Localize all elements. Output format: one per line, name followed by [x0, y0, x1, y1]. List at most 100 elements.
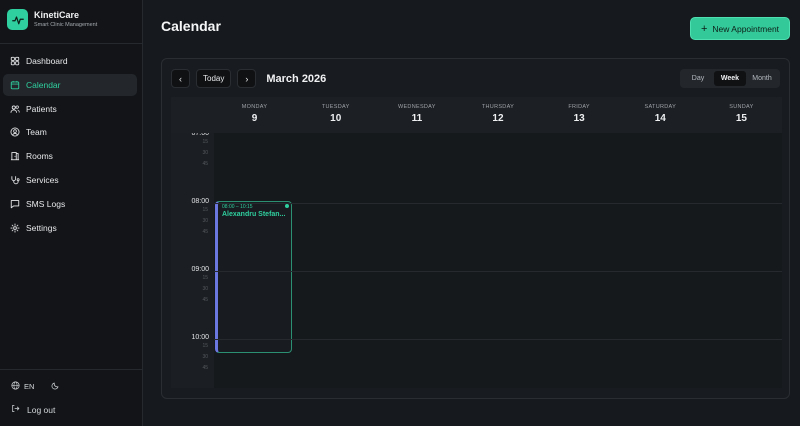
day-column-header[interactable]: WEDNESDAY 11	[376, 97, 457, 133]
users-icon	[9, 103, 20, 114]
sidebar-item-label: SMS Logs	[26, 198, 66, 209]
plus-icon: +	[700, 22, 708, 35]
calendar-card: ‹ Today › March 2026 Day Week Month MONDAY…	[161, 58, 790, 399]
day-name: FRIDAY	[568, 104, 590, 110]
hour-gridline	[214, 339, 782, 340]
sidebar: KinetiCare Smart Clinic Management Dashb…	[0, 0, 143, 426]
minute-label: 15	[202, 275, 208, 281]
divider	[0, 369, 143, 370]
sidebar-item-team[interactable]: Team	[3, 121, 137, 143]
logout-icon	[11, 404, 27, 415]
day-column-header[interactable]: THURSDAY 12	[457, 97, 538, 133]
appointment-event[interactable]: 08:00 – 10:15 Alexandru Stefan...	[215, 201, 292, 353]
day-number: 15	[735, 113, 747, 124]
day-name: WEDNESDAY	[397, 104, 436, 110]
minute-label: 15	[202, 343, 208, 349]
minute-label: 45	[202, 365, 208, 372]
moon-icon	[51, 381, 60, 392]
time-gutter: 07:00 15 30 45 08:00 15 30 45 09:00 15 30 45 10:00 15…	[171, 133, 214, 388]
today-button[interactable]: Today	[196, 69, 232, 88]
brand-subtitle: Smart Clinic Management	[34, 22, 98, 28]
day-number: 12	[492, 113, 504, 124]
door-icon	[9, 151, 20, 162]
minute-label: 15	[202, 139, 208, 145]
minute-label: 45	[202, 229, 208, 236]
minute-label: 30	[202, 150, 208, 157]
logout-label: Log out	[27, 404, 56, 415]
current-month-label: March 2026	[266, 72, 327, 85]
day-column-header[interactable]: TUESDAY 10	[295, 97, 376, 133]
sidebar-item-label: Team	[26, 127, 47, 138]
gear-icon	[9, 222, 20, 233]
sidebar-item-settings[interactable]: Settings	[3, 217, 137, 239]
minute-label: 30	[202, 286, 208, 293]
sidebar-item-rooms[interactable]: Rooms	[3, 145, 137, 167]
view-switcher: Day Week Month	[680, 69, 780, 88]
day-name: TUESDAY	[321, 104, 350, 110]
event-time: 08:00 – 10:15	[222, 204, 253, 210]
day-column-header[interactable]: FRIDAY 13	[539, 97, 620, 133]
calendar-icon	[9, 79, 20, 90]
sidebar-item-label: Dashboard	[26, 56, 68, 66]
sidebar-nav: Dashboard Calendar Patients Team Rooms Servic…	[3, 50, 137, 240]
pulse-logo-icon	[7, 9, 28, 30]
theme-toggle[interactable]	[51, 381, 60, 392]
hour-gridline	[214, 203, 782, 204]
sidebar-item-label: Rooms	[26, 151, 53, 162]
divider	[0, 43, 143, 44]
minute-label: 15	[202, 207, 208, 213]
sidebar-item-calendar[interactable]: Calendar	[3, 73, 137, 96]
hour-label: 09:00	[191, 266, 209, 273]
day-name: SUNDAY	[729, 104, 754, 110]
day-name: MONDAY	[241, 104, 268, 110]
sidebar-item-services[interactable]: Services	[3, 169, 137, 191]
day-number: 9	[251, 113, 258, 124]
day-number: 13	[573, 113, 585, 124]
minute-label: 45	[202, 297, 208, 304]
logout-button[interactable]: Log out	[11, 404, 55, 415]
new-appointment-label: New Appointment	[712, 23, 780, 34]
stethoscope-icon	[9, 174, 20, 185]
hour-label: 08:00	[191, 198, 209, 205]
brand-name: KinetiCare	[34, 10, 80, 20]
sidebar-item-sms-logs[interactable]: SMS Logs	[3, 193, 137, 215]
hour-gridline	[214, 271, 782, 272]
next-week-button[interactable]: ›	[237, 69, 257, 88]
hour-label: 10:00	[191, 334, 209, 341]
day-number: 10	[330, 113, 342, 124]
day-number: 11	[411, 113, 423, 124]
brand[interactable]: KinetiCare Smart Clinic Management	[7, 9, 97, 30]
sidebar-item-label: Calendar	[26, 79, 61, 90]
week-grid[interactable]: 07:00 15 30 45 08:00 15 30 45 09:00 15 30 45 10:00 15…	[171, 133, 782, 388]
grid-icon	[9, 56, 20, 67]
event-patient-name: Alexandru Stefan...	[222, 211, 286, 218]
prev-week-button[interactable]: ‹	[171, 69, 190, 88]
minute-label: 30	[202, 354, 208, 361]
day-name: THURSDAY	[481, 104, 515, 110]
day-column-header[interactable]: MONDAY 9	[214, 97, 295, 133]
chevron-left-icon: ‹	[179, 73, 182, 84]
minute-label: 30	[202, 218, 208, 225]
sidebar-item-patients[interactable]: Patients	[3, 98, 137, 120]
sidebar-item-dashboard[interactable]: Dashboard	[3, 50, 137, 72]
day-name: SATURDAY	[644, 104, 677, 110]
user-circle-icon	[9, 127, 20, 138]
new-appointment-button[interactable]: + New Appointment	[690, 17, 790, 40]
language-switch[interactable]: EN	[11, 381, 34, 392]
week-header: MONDAY 9 TUESDAY 10 WEDNESDAY 11 THURSDAY 12 FRI…	[171, 97, 782, 133]
status-dot	[285, 204, 289, 208]
sidebar-item-label: Services	[26, 174, 59, 185]
language-label: EN	[24, 382, 35, 391]
globe-icon	[11, 381, 20, 392]
day-column-header[interactable]: SATURDAY 14	[620, 97, 701, 133]
minute-label: 45	[202, 161, 208, 168]
page-title: Calendar	[161, 18, 221, 34]
message-icon	[9, 198, 20, 209]
day-number: 14	[654, 113, 666, 124]
calendar-toolbar: ‹ Today › March 2026	[171, 69, 326, 88]
view-option-week[interactable]: Week	[714, 71, 746, 86]
day-column-header[interactable]: SUNDAY 15	[701, 97, 782, 133]
sidebar-item-label: Patients	[26, 103, 57, 114]
view-option-day[interactable]: Day	[682, 71, 714, 86]
view-option-month[interactable]: Month	[746, 71, 778, 86]
